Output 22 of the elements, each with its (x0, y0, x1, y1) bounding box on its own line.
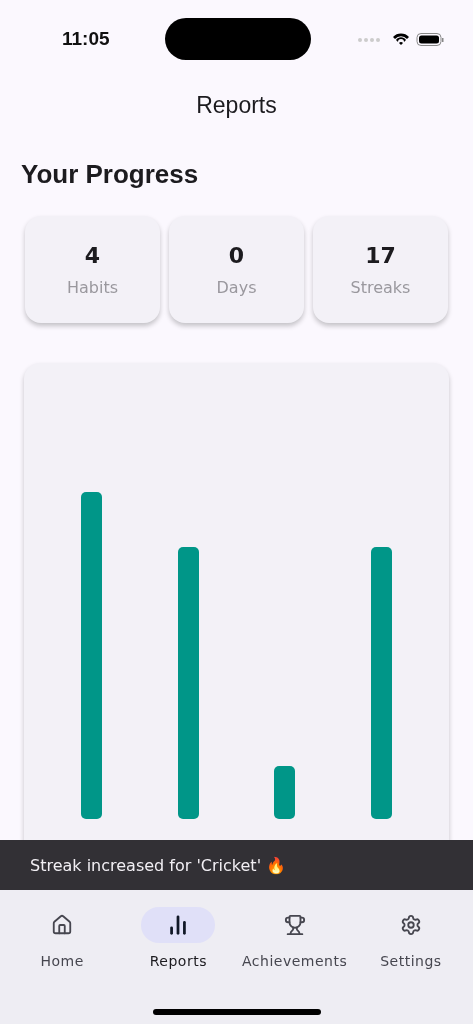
status-time: 11:05 (62, 28, 110, 50)
nav-label[interactable]: Reports (149, 953, 207, 969)
page-title: Reports (195, 92, 278, 119)
stat-label: Days (216, 277, 257, 297)
stat-value: 0 (228, 242, 245, 268)
stat-label: Streaks (350, 277, 411, 297)
stat-value: 17 (365, 242, 396, 268)
nav-label[interactable]: Settings (380, 953, 442, 969)
nav-tab[interactable] (141, 907, 216, 943)
battery-icon (416, 33, 444, 46)
snackbar-message: Streak increased for 'Cricket' 🔥 (0, 840, 473, 890)
settings-icon (399, 914, 422, 936)
stat-value: 4 (84, 242, 101, 268)
home-icon (51, 914, 74, 936)
stat-label: Habits (66, 277, 118, 297)
nav-label[interactable]: Home (40, 953, 84, 969)
signal-icon (358, 38, 380, 42)
nav-label[interactable]: Achievements (242, 953, 348, 969)
trophy-icon (283, 914, 306, 936)
wifi-icon (393, 33, 409, 45)
chart-bar (274, 766, 295, 819)
section-title: Your Progress (20, 158, 200, 190)
